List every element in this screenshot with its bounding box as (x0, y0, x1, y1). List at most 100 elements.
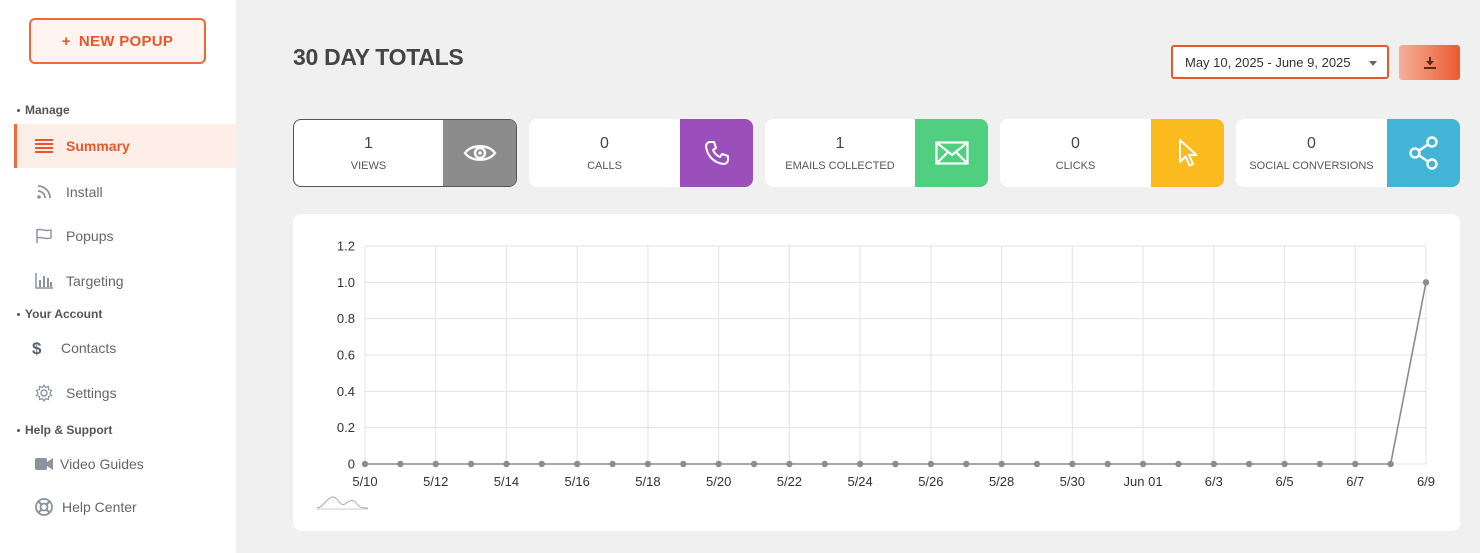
y-tick-label: 0.2 (337, 420, 355, 435)
x-tick-label: 6/3 (1205, 474, 1223, 489)
y-tick-label: 0.4 (337, 384, 355, 399)
eye-icon (463, 145, 496, 161)
x-tick-label: 5/30 (1060, 474, 1085, 489)
sidebar-item-label: Popups (66, 228, 114, 244)
sidebar-item-contacts[interactable]: $ Contacts (14, 326, 236, 370)
data-point[interactable] (361, 460, 369, 468)
stat-card-views[interactable]: 1 Views (293, 119, 517, 187)
stat-label: Emails Collected (785, 159, 895, 172)
stat-label: Calls (587, 159, 622, 172)
sidebar-item-label: Install (66, 184, 103, 200)
new-popup-button[interactable]: + NEW POPUP (29, 18, 206, 64)
x-tick-label: 5/20 (706, 474, 731, 489)
x-tick-label: 5/28 (989, 474, 1014, 489)
stat-icon-box (443, 120, 516, 186)
stat-icon-box (1387, 119, 1460, 187)
dollar-icon: $ (30, 339, 58, 357)
download-button[interactable] (1399, 45, 1460, 80)
sidebar-item-label: Summary (66, 138, 130, 154)
data-point[interactable] (644, 460, 652, 468)
sidebar-item-targeting[interactable]: Targeting (14, 259, 236, 303)
data-point[interactable] (821, 460, 828, 468)
stat-icon-box (680, 119, 753, 187)
data-point[interactable] (680, 460, 687, 468)
data-point[interactable] (998, 460, 1005, 468)
stat-icon-box (1151, 119, 1224, 187)
x-tick-label: 5/24 (847, 474, 872, 489)
data-point[interactable] (786, 460, 793, 468)
video-camera-icon (30, 457, 58, 471)
data-point[interactable] (1316, 460, 1324, 468)
data-point[interactable] (1422, 279, 1430, 286)
x-tick-label: 6/9 (1417, 474, 1435, 489)
sidebar-item-install[interactable]: Install (14, 170, 236, 214)
rss-icon (30, 185, 58, 199)
new-popup-label: NEW POPUP (78, 32, 174, 50)
series-line (365, 282, 1427, 465)
stat-card-social-conversions[interactable]: 0 Social Conversions (1236, 119, 1460, 187)
data-point[interactable] (1245, 460, 1253, 468)
data-point[interactable] (1387, 460, 1394, 468)
data-point[interactable] (503, 460, 510, 468)
sidebar-item-summary[interactable]: Summary (14, 124, 236, 168)
line-chart: 0 0.2 0.4 0.6 0.8 1.0 1.2 5/10 5/12 5/14 5/16 5/18 5… (316, 239, 1435, 510)
x-tick-label: 5/26 (918, 474, 943, 489)
y-tick-label: 0 (348, 457, 355, 472)
data-point[interactable] (715, 460, 722, 468)
stat-card-calls[interactable]: 0 Calls (529, 119, 753, 187)
x-tick-label: 6/5 (1275, 474, 1293, 489)
data-point[interactable] (397, 460, 404, 468)
x-tick-label: 6/7 (1346, 474, 1364, 489)
data-point[interactable] (538, 460, 546, 468)
flag-icon (30, 228, 58, 244)
data-point[interactable] (750, 460, 758, 468)
data-point[interactable] (1352, 460, 1359, 468)
data-point[interactable] (609, 460, 616, 468)
sidebar-item-label: Settings (66, 385, 117, 401)
y-tick-label: 0.6 (337, 348, 355, 363)
data-point[interactable] (1281, 460, 1288, 468)
sidebar-item-video-guides[interactable]: Video Guides (14, 442, 236, 486)
data-point[interactable] (1210, 460, 1217, 468)
x-tick-label: 5/22 (777, 474, 802, 489)
envelope-icon (934, 141, 969, 165)
date-range-select[interactable]: May 10, 2025 - June 9, 2025 (1171, 45, 1389, 79)
bullet-icon (17, 313, 20, 317)
gear-icon (30, 384, 58, 402)
x-tick-label: 5/14 (494, 474, 519, 489)
sidebar-item-settings[interactable]: Settings (14, 371, 236, 415)
section-title-your-account: Your Account (17, 307, 102, 321)
x-tick-label: 5/10 (352, 474, 377, 489)
data-point[interactable] (1175, 460, 1182, 468)
data-point[interactable] (856, 460, 864, 468)
sidebar-item-label: Help Center (62, 499, 137, 515)
stat-card-emails-collected[interactable]: 1 Emails Collected (765, 119, 988, 187)
plus-icon: + (61, 32, 71, 50)
data-point[interactable] (432, 460, 439, 468)
stat-value: 0 (1071, 134, 1080, 152)
stat-icon-box (915, 119, 988, 187)
sidebar-item-help-center[interactable]: Help Center (14, 485, 236, 529)
data-point[interactable] (1069, 460, 1076, 468)
x-tick-label: 5/18 (635, 474, 660, 489)
data-point[interactable] (963, 460, 970, 468)
x-tick-label: 5/12 (423, 474, 448, 489)
range-selector-icon[interactable] (316, 496, 369, 510)
data-point[interactable] (927, 460, 935, 468)
data-point[interactable] (1033, 460, 1041, 468)
data-point[interactable] (1104, 460, 1111, 468)
data-point[interactable] (1139, 460, 1147, 468)
stat-text: 1 Views (294, 120, 443, 186)
data-point[interactable] (574, 460, 581, 468)
stat-text: 0 Calls (529, 119, 680, 187)
page-title: 30 DAY TOTALS (293, 44, 464, 70)
caret-down-icon (1369, 61, 1377, 66)
data-point[interactable] (892, 460, 899, 468)
bar-chart-icon (30, 273, 58, 289)
sidebar-item-popups[interactable]: Popups (14, 214, 236, 258)
stat-label: Social Conversions (1249, 159, 1374, 172)
data-point[interactable] (467, 460, 475, 468)
svg-text:$: $ (32, 339, 42, 357)
stat-card-clicks[interactable]: 0 Clicks (1000, 119, 1224, 187)
stat-value: 0 (600, 134, 609, 152)
